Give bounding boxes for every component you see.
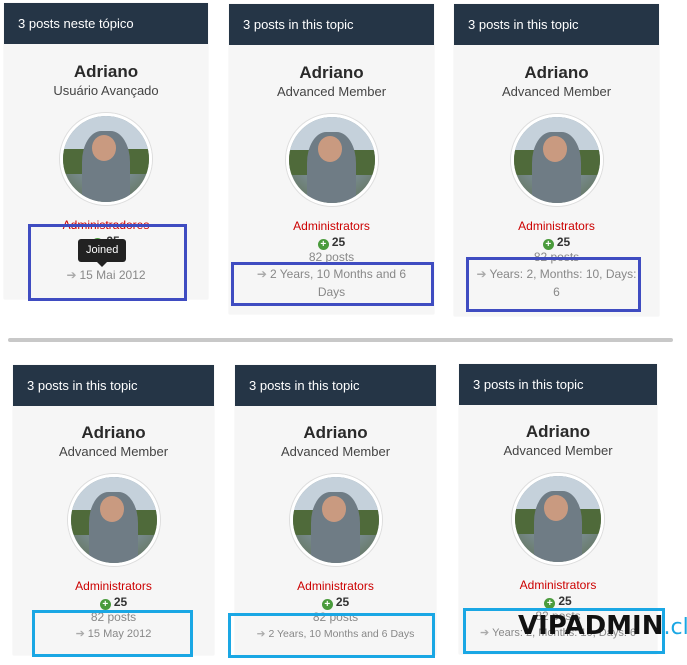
member-group: Administrators — [297, 579, 374, 593]
plus-circle-icon: + — [542, 239, 554, 250]
posts-in-topic-header: 3 posts neste tópico — [4, 3, 208, 44]
author-name[interactable]: Adriano — [235, 423, 436, 443]
member-group: Administrators — [519, 578, 597, 592]
reputation: +25 — [459, 593, 657, 609]
highlight-box-1 — [28, 224, 187, 301]
avatar[interactable] — [60, 113, 152, 205]
author-name[interactable]: Adriano — [454, 63, 659, 83]
highlight-box-2 — [231, 262, 434, 306]
avatar[interactable] — [67, 474, 160, 566]
member-group: Administrators — [518, 219, 595, 233]
plus-circle-icon: + — [317, 239, 329, 250]
avatar[interactable] — [512, 473, 604, 565]
author-name[interactable]: Adriano — [4, 62, 208, 82]
member-rank: Advanced Member — [58, 444, 169, 459]
member-rank: Advanced Member — [280, 444, 391, 459]
avatar[interactable] — [510, 114, 603, 206]
highlight-box-5 — [228, 613, 435, 658]
watermark: VIPADMIN.club — [518, 611, 687, 641]
author-name[interactable]: Adriano — [13, 423, 214, 443]
author-name[interactable]: Adriano — [459, 422, 657, 442]
posts-in-topic-header: 3 posts in this topic — [459, 364, 657, 405]
section-divider — [8, 338, 673, 342]
posts-in-topic-header: 3 posts in this topic — [13, 365, 214, 406]
highlight-box-4 — [32, 610, 193, 657]
posts-in-topic-header: 3 posts in this topic — [235, 365, 436, 406]
posts-in-topic-header: 3 posts in this topic — [454, 4, 659, 45]
member-rank: Usuário Avançado — [53, 83, 159, 98]
reputation: +25 — [229, 234, 434, 250]
member-rank: Advanced Member — [276, 84, 387, 99]
avatar[interactable] — [285, 114, 378, 206]
highlight-box-3 — [466, 257, 641, 312]
member-rank: Advanced Member — [503, 443, 613, 458]
posts-in-topic-header: 3 posts in this topic — [229, 4, 434, 45]
author-name[interactable]: Adriano — [229, 63, 434, 83]
member-group: Administrators — [75, 579, 152, 593]
member-group: Administrators — [293, 219, 370, 233]
reputation: +25 — [235, 594, 436, 610]
reputation: +25 — [454, 234, 659, 250]
plus-circle-icon: + — [321, 599, 333, 610]
member-rank: Advanced Member — [501, 84, 612, 99]
avatar[interactable] — [289, 474, 382, 566]
reputation: +25 — [13, 594, 214, 610]
author-card-5: 3 posts in this topic Adriano Advanced M… — [235, 365, 436, 655]
plus-circle-icon: + — [99, 599, 111, 610]
